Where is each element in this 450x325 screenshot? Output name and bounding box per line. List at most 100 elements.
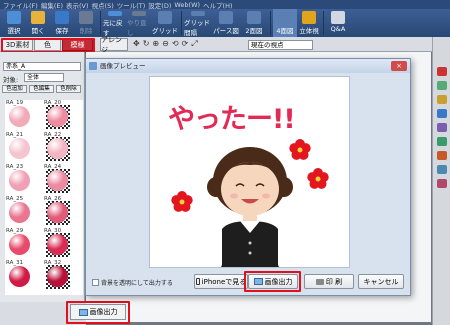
tool-icon[interactable] bbox=[437, 81, 447, 90]
view-on-iphone-button[interactable]: iPhoneで見る bbox=[194, 274, 248, 289]
rotate-icon[interactable]: ↻ bbox=[143, 39, 150, 49]
target-label: 対象: bbox=[3, 76, 19, 84]
tool-icon[interactable] bbox=[437, 137, 447, 146]
material-panel: 赤系_A 対象: 全体 色追加 色編集 色削除 RA_19 RA_20 RA_21 R… bbox=[0, 52, 85, 302]
tool-icon[interactable] bbox=[437, 179, 447, 188]
3d-icon bbox=[302, 11, 316, 24]
dialog-output-highlight-box bbox=[244, 271, 301, 292]
toolbar-button-folder-open[interactable]: 開く bbox=[26, 9, 50, 37]
toolbar-label: パース図 bbox=[213, 27, 239, 35]
toolbar-button-save[interactable]: 保存 bbox=[50, 9, 74, 37]
toolbar-button-cursor[interactable]: 選択 bbox=[2, 9, 26, 37]
tab-arrange[interactable]: アレンジ bbox=[100, 36, 128, 54]
dialog-title: 画像プレビュー bbox=[86, 59, 410, 73]
transparent-background-checkbox[interactable] bbox=[92, 279, 99, 286]
cursor-icon bbox=[7, 11, 21, 24]
color-swatch[interactable]: RA_23 bbox=[6, 164, 32, 193]
fit-icon[interactable]: ⤢ bbox=[191, 39, 197, 49]
color-swatch[interactable]: RA_20 bbox=[44, 100, 70, 129]
palette-name-select[interactable]: 赤系_A bbox=[3, 62, 81, 71]
cancel-button[interactable]: キャンセル bbox=[358, 274, 404, 289]
menu-bar: ファイル(F) 編集(E) 表示(V) 視点(S) ツール(T) 設定(D) Web(W) ヘ… bbox=[0, 0, 450, 10]
color-swatch[interactable]: RA_29 bbox=[6, 228, 32, 257]
four-view-icon bbox=[278, 11, 292, 24]
two-view-icon bbox=[247, 11, 261, 24]
color-swatch[interactable]: RA_30 bbox=[44, 228, 70, 257]
color-swatch[interactable]: RA_31 bbox=[6, 260, 32, 289]
move-icon[interactable]: ✥ bbox=[133, 39, 140, 49]
toolbar-separator bbox=[270, 11, 271, 35]
color-swatch[interactable]: RA_22 bbox=[44, 132, 70, 161]
swatch-sphere bbox=[9, 170, 30, 191]
toolbar-button-delete[interactable]: 削除 bbox=[74, 9, 98, 37]
toolbar-button-undo[interactable]: 元に戻す bbox=[103, 9, 127, 37]
undo-icon bbox=[108, 11, 122, 16]
tool-icon[interactable] bbox=[437, 95, 447, 104]
rotate-right-icon[interactable]: ⟳ bbox=[182, 39, 189, 49]
flower-icon bbox=[307, 168, 329, 189]
toolbar-button-two-view[interactable]: 2面図 bbox=[240, 9, 268, 37]
toolbar-button-perspective[interactable]: パース図 bbox=[212, 9, 240, 37]
transparent-background-label: 背景を透明にして出力する bbox=[101, 280, 173, 287]
color-swatch[interactable]: RA_26 bbox=[44, 196, 70, 225]
tool-icon[interactable] bbox=[437, 165, 447, 174]
tool-icon[interactable] bbox=[437, 123, 447, 132]
toolbar-separator bbox=[100, 11, 101, 35]
tab-highlight-box bbox=[1, 38, 95, 53]
toolbar-label: 削除 bbox=[79, 27, 93, 35]
grid-icon bbox=[158, 11, 172, 24]
add-color-button[interactable]: 色追加 bbox=[2, 85, 27, 93]
tool-icon[interactable] bbox=[437, 67, 447, 76]
toolbar-label: 2面図 bbox=[245, 27, 263, 35]
rotate-left-icon[interactable]: ⟲ bbox=[172, 39, 179, 49]
flower-icon bbox=[171, 191, 193, 212]
print-label: 印 刷 bbox=[325, 277, 343, 286]
target-select[interactable]: 全体 bbox=[24, 73, 64, 82]
swatch-sphere bbox=[9, 138, 30, 159]
folder-open-icon bbox=[31, 11, 45, 24]
color-swatch[interactable]: RA_21 bbox=[6, 132, 32, 161]
color-swatch[interactable]: RA_32 bbox=[44, 260, 70, 289]
transparent-background-option[interactable]: 背景を透明にして出力する bbox=[92, 278, 173, 287]
swatch-sphere bbox=[47, 234, 68, 255]
swatch-sphere bbox=[47, 138, 68, 159]
color-swatch[interactable]: RA_24 bbox=[44, 164, 70, 193]
swatch-sphere bbox=[47, 202, 68, 223]
tool-icon[interactable] bbox=[437, 109, 447, 118]
toolbar-button-grid-spacing[interactable]: グリッド間隔 bbox=[184, 9, 212, 37]
zoom-in-icon[interactable]: ⊕ bbox=[152, 39, 159, 49]
edit-color-button[interactable]: 色編集 bbox=[29, 85, 54, 93]
toolbar-label: 選択 bbox=[7, 27, 21, 35]
printer-icon bbox=[315, 278, 324, 285]
main-toolbar: 選択 開く 保存 削除 元に戻す やり直し グリッド グリッド間隔 パース図 2面図 4面図 立体視 Q… bbox=[0, 9, 450, 37]
toolbar-button-redo[interactable]: やり直し bbox=[127, 9, 151, 37]
color-swatch[interactable]: RA_25 bbox=[6, 196, 32, 225]
toolbar-button-qa[interactable]: Q&A bbox=[326, 9, 350, 37]
grid-spacing-icon bbox=[191, 11, 205, 16]
toolbar-label: 保存 bbox=[55, 27, 69, 35]
tool-icon[interactable] bbox=[437, 151, 447, 160]
phone-icon bbox=[195, 278, 200, 285]
swatch-sphere bbox=[9, 234, 30, 255]
toolbar-label: 開く bbox=[31, 27, 45, 35]
toolbar-label: やり直し bbox=[127, 19, 147, 37]
right-tool-strip bbox=[432, 37, 450, 325]
zoom-out-icon[interactable]: ⊖ bbox=[162, 39, 169, 49]
view-on-iphone-label: iPhoneで見る bbox=[201, 277, 247, 286]
menu-item[interactable]: Web(W) bbox=[174, 1, 200, 9]
toolbar-button-3d[interactable]: 立体視 bbox=[297, 9, 321, 37]
qa-icon bbox=[331, 11, 345, 24]
color-swatch[interactable]: RA_19 bbox=[6, 100, 32, 129]
app-icon bbox=[89, 62, 97, 70]
toolbar-button-four-view[interactable]: 4面図 bbox=[273, 9, 297, 37]
toolbar-label: グリッド間隔 bbox=[184, 19, 210, 37]
delete-color-button[interactable]: 色削除 bbox=[56, 85, 81, 93]
save-icon bbox=[55, 11, 69, 24]
toolbar-button-grid[interactable]: グリッド bbox=[151, 9, 179, 37]
close-button[interactable]: × bbox=[391, 61, 407, 71]
toolbar-label: グリッド bbox=[152, 27, 178, 35]
image-output-highlight-box bbox=[66, 301, 130, 324]
view-select[interactable]: 現在の視点 bbox=[248, 40, 313, 50]
print-button[interactable]: 印 刷 bbox=[304, 274, 354, 289]
swatch-grid: RA_19 RA_20 RA_21 RA_22 RA_23 RA_24 RA_25 RA_26… bbox=[5, 100, 83, 295]
